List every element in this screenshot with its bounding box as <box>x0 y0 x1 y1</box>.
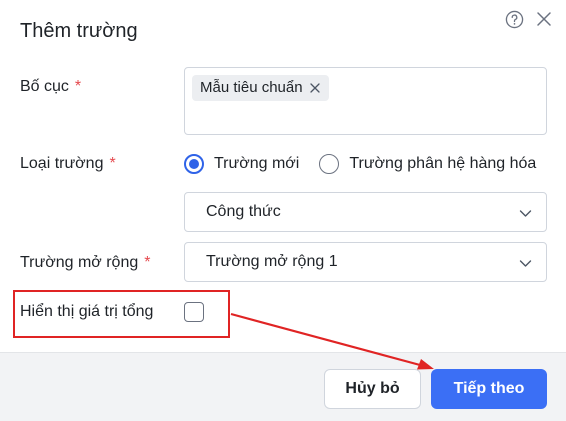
required-mark: * <box>109 155 116 172</box>
extended-field-select-value: Trường mở rộng 1 <box>206 253 338 270</box>
dialog-title: Thêm trường <box>20 20 138 42</box>
layout-label: Bố cục * <box>20 78 81 96</box>
radio-new-field[interactable]: Trường mới <box>184 154 299 174</box>
layout-label-text: Bố cục <box>20 78 69 95</box>
cancel-button[interactable]: Hủy bỏ <box>324 369 421 409</box>
chevron-down-icon <box>519 260 532 267</box>
extended-field-label: Trường mở rộng * <box>20 254 150 272</box>
field-type-label-text: Loại trường <box>20 155 104 172</box>
required-mark: * <box>144 254 151 271</box>
formula-select-value: Công thức <box>206 203 281 220</box>
add-field-dialog: Thêm trường Bố cục * Mẫu tiêu chuẩn Loại … <box>0 0 566 421</box>
radio-new-field-label: Trường mới <box>214 155 300 172</box>
layout-tag-label: Mẫu tiêu chuẩn <box>200 79 303 96</box>
field-type-radio-group: Trường mới Trường phân hệ hàng hóa <box>184 152 536 176</box>
radio-goods-module-field-label: Trường phân hệ hàng hóa <box>349 155 537 172</box>
formula-select[interactable]: Công thức <box>184 192 547 232</box>
layout-tag: Mẫu tiêu chuẩn <box>192 75 329 101</box>
radio-new-field-circle[interactable] <box>184 154 204 174</box>
required-mark: * <box>74 78 82 95</box>
next-button[interactable]: Tiếp theo <box>431 369 547 409</box>
question-circle-icon[interactable] <box>505 10 524 29</box>
annotation-highlight-box <box>13 290 230 338</box>
field-type-label: Loại trường * <box>20 155 116 173</box>
close-icon[interactable] <box>535 10 553 28</box>
radio-goods-module-field[interactable]: Trường phân hệ hàng hóa <box>319 154 536 174</box>
extended-field-select[interactable]: Trường mở rộng 1 <box>184 242 547 282</box>
extended-field-label-text: Trường mở rộng <box>20 254 139 271</box>
layout-tag-input[interactable]: Mẫu tiêu chuẩn <box>184 67 547 135</box>
remove-tag-icon[interactable] <box>309 82 321 94</box>
radio-goods-module-field-circle[interactable] <box>319 154 340 174</box>
dialog-footer: Hủy bỏ Tiếp theo <box>0 352 566 421</box>
chevron-down-icon <box>519 210 532 217</box>
